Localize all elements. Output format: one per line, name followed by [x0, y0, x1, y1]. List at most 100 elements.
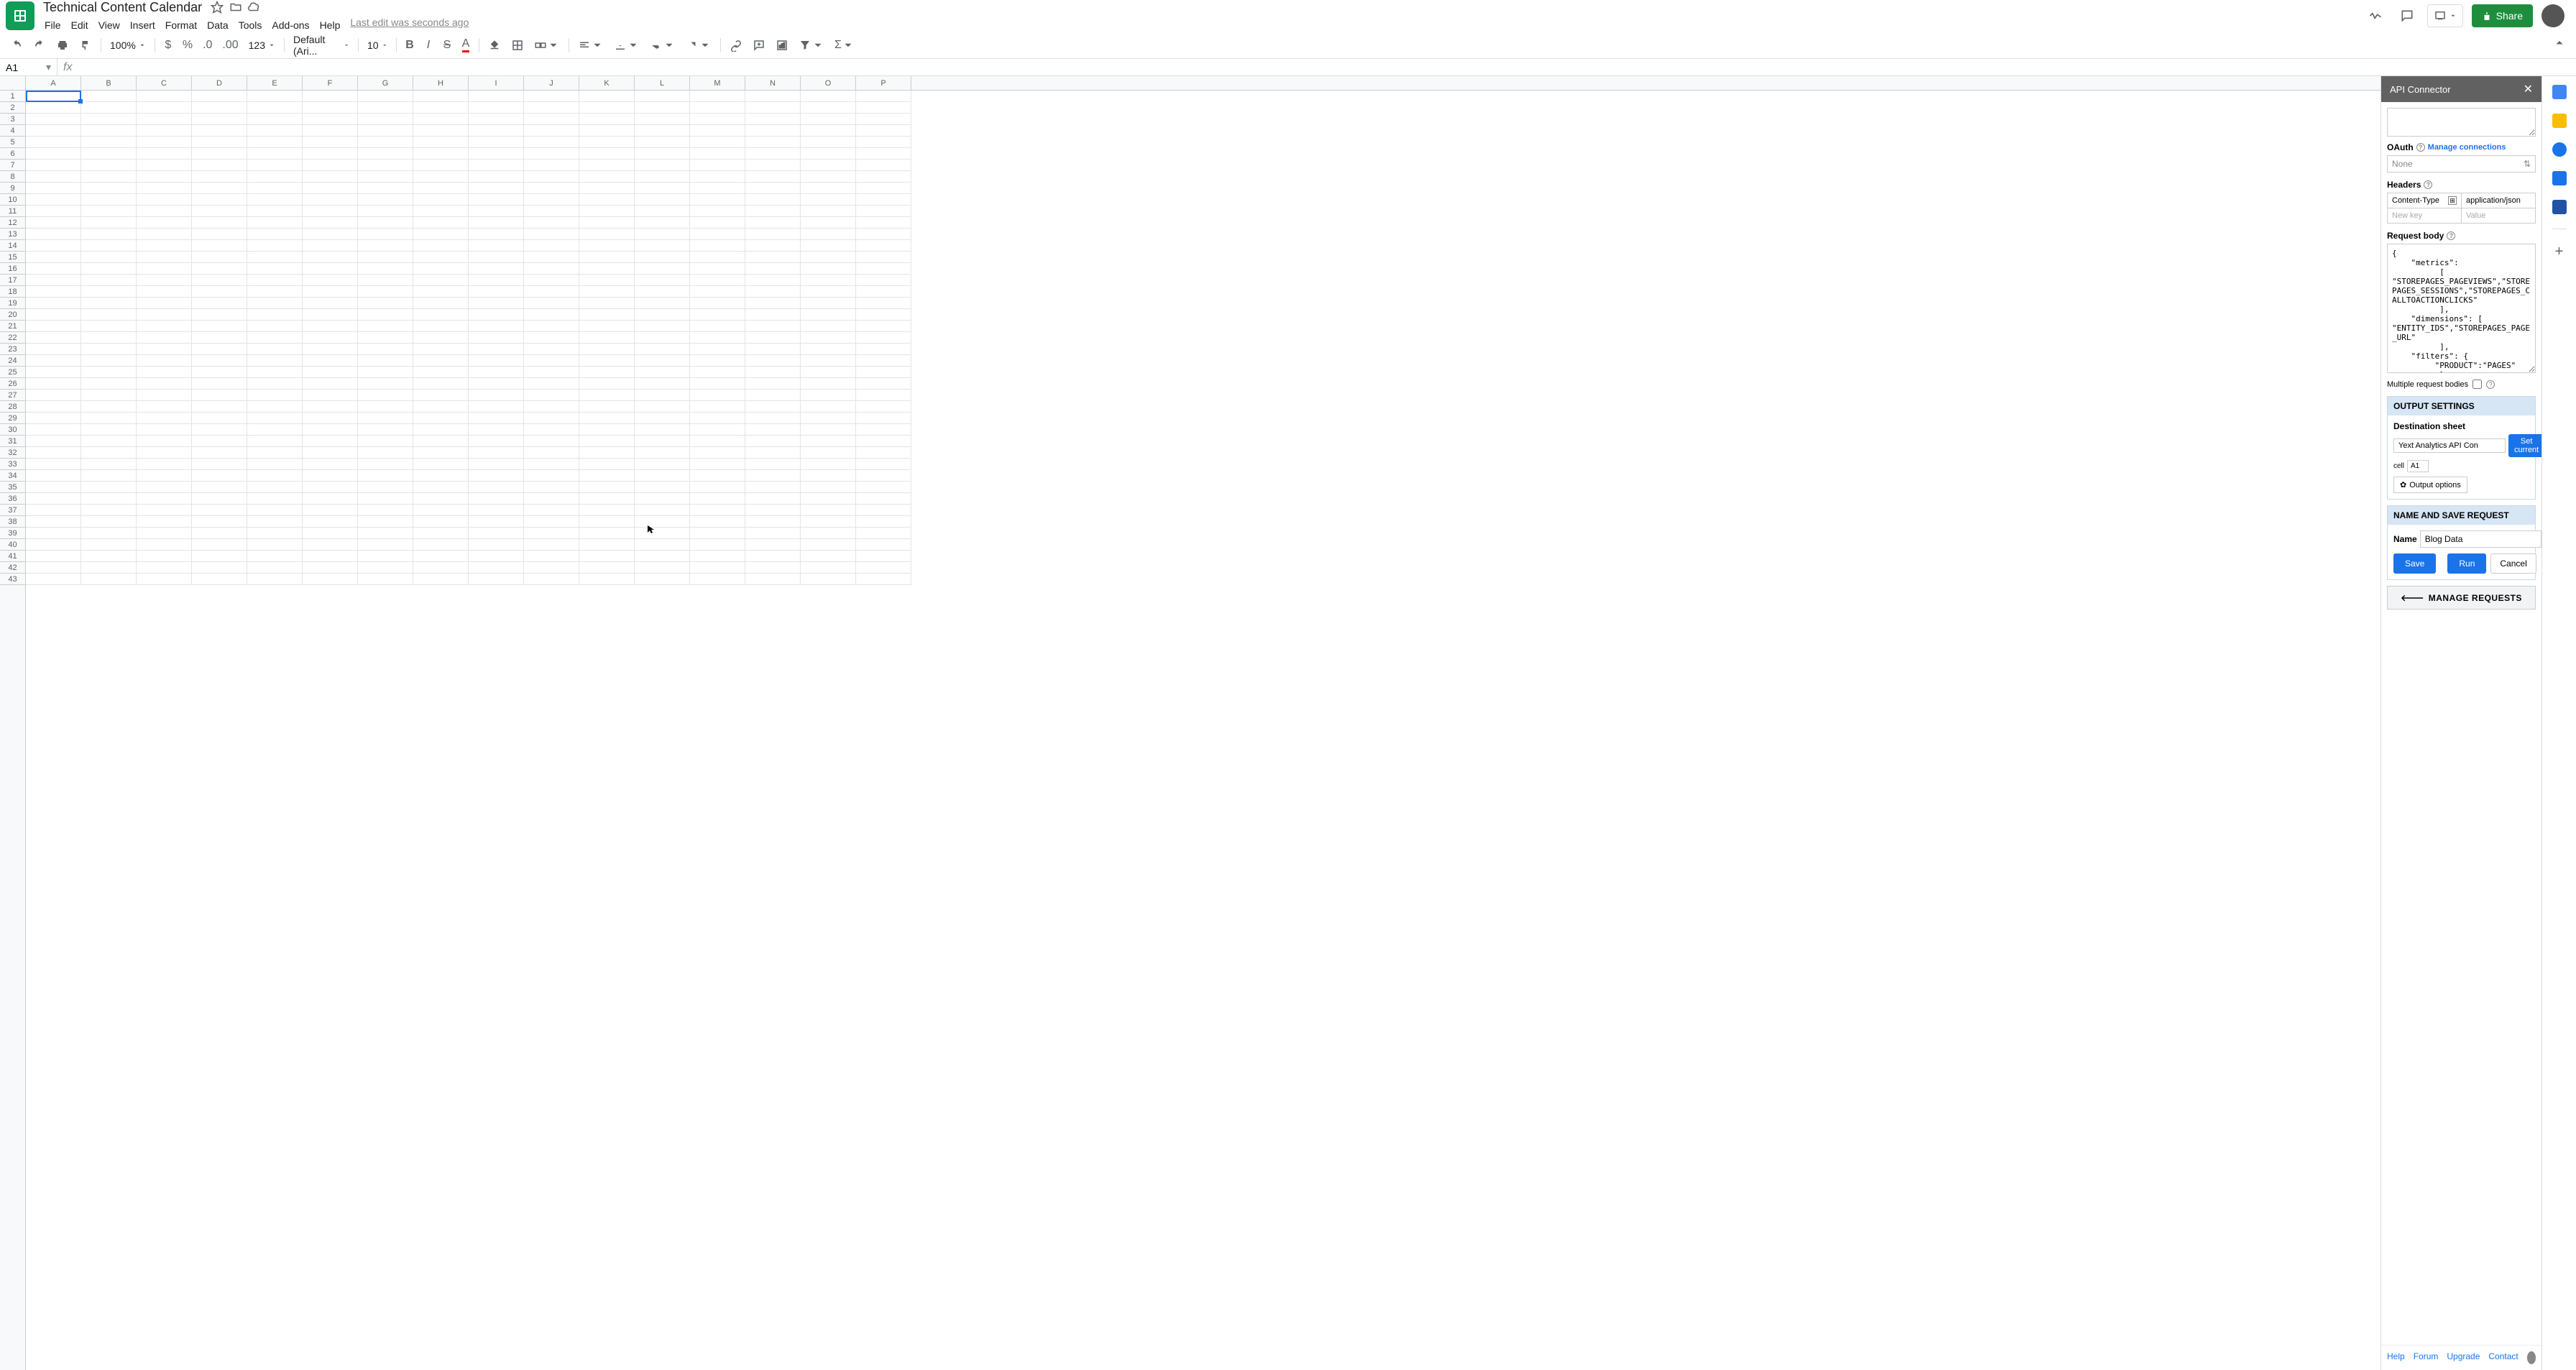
- cell[interactable]: [856, 102, 911, 114]
- increase-decimal-icon[interactable]: .00: [218, 35, 242, 56]
- present-button[interactable]: [2427, 4, 2463, 27]
- cell[interactable]: [137, 252, 192, 263]
- cell[interactable]: [81, 493, 137, 505]
- row-header[interactable]: 24: [0, 355, 25, 367]
- cell[interactable]: [358, 355, 413, 367]
- cell[interactable]: [413, 91, 469, 102]
- row-header[interactable]: 7: [0, 160, 25, 171]
- cell[interactable]: [192, 309, 247, 321]
- cell[interactable]: [801, 183, 856, 194]
- menu-edit[interactable]: Edit: [67, 17, 93, 34]
- cell[interactable]: [137, 332, 192, 344]
- cell[interactable]: [801, 217, 856, 229]
- cell[interactable]: [469, 482, 524, 493]
- cell[interactable]: [247, 470, 303, 482]
- cell[interactable]: [26, 309, 81, 321]
- cell[interactable]: [856, 286, 911, 298]
- cell[interactable]: [524, 562, 579, 574]
- cell[interactable]: [856, 240, 911, 252]
- row-header[interactable]: 32: [0, 447, 25, 459]
- cell[interactable]: [856, 470, 911, 482]
- cell[interactable]: [524, 137, 579, 148]
- row-header[interactable]: 31: [0, 436, 25, 447]
- cell[interactable]: [413, 183, 469, 194]
- cell[interactable]: [635, 321, 690, 332]
- cell[interactable]: [358, 505, 413, 516]
- cell[interactable]: [247, 309, 303, 321]
- cell[interactable]: [635, 102, 690, 114]
- cell[interactable]: [469, 516, 524, 528]
- halign-icon[interactable]: [574, 35, 608, 56]
- cell[interactable]: [137, 493, 192, 505]
- cell[interactable]: [579, 493, 635, 505]
- box-addon-icon[interactable]: [2552, 200, 2567, 214]
- cell[interactable]: [413, 367, 469, 378]
- cell[interactable]: [690, 217, 745, 229]
- cell[interactable]: [745, 413, 801, 424]
- cell[interactable]: [81, 401, 137, 413]
- cell[interactable]: [635, 240, 690, 252]
- cell[interactable]: [856, 309, 911, 321]
- row-header[interactable]: 26: [0, 378, 25, 390]
- cell[interactable]: [413, 539, 469, 551]
- cell[interactable]: [524, 114, 579, 125]
- cell[interactable]: [192, 114, 247, 125]
- cell[interactable]: [247, 401, 303, 413]
- cell[interactable]: [81, 137, 137, 148]
- cell[interactable]: [801, 240, 856, 252]
- cell[interactable]: [469, 114, 524, 125]
- strikethrough-icon[interactable]: S: [438, 35, 456, 56]
- row-header[interactable]: 42: [0, 562, 25, 574]
- menu-data[interactable]: Data: [203, 17, 233, 34]
- row-header[interactable]: 1: [0, 91, 25, 102]
- cell[interactable]: [524, 286, 579, 298]
- cell[interactable]: [635, 378, 690, 390]
- cell[interactable]: [635, 229, 690, 240]
- cell[interactable]: [801, 470, 856, 482]
- cell[interactable]: [192, 171, 247, 183]
- merge-icon[interactable]: [530, 35, 564, 56]
- cell[interactable]: [81, 217, 137, 229]
- cell[interactable]: [26, 194, 81, 206]
- cell[interactable]: [469, 505, 524, 516]
- cell[interactable]: [745, 298, 801, 309]
- cell[interactable]: [524, 436, 579, 447]
- cell[interactable]: [690, 436, 745, 447]
- cell[interactable]: [469, 206, 524, 217]
- cell[interactable]: [690, 378, 745, 390]
- cell[interactable]: [247, 194, 303, 206]
- cell[interactable]: [358, 137, 413, 148]
- cell[interactable]: [358, 436, 413, 447]
- cell[interactable]: [856, 378, 911, 390]
- filter-icon[interactable]: [794, 35, 829, 56]
- cell[interactable]: [137, 539, 192, 551]
- cell[interactable]: [469, 539, 524, 551]
- comment-icon[interactable]: [748, 35, 770, 56]
- cell[interactable]: [745, 574, 801, 585]
- row-header[interactable]: 18: [0, 286, 25, 298]
- footer-forum-link[interactable]: Forum: [2414, 1351, 2439, 1364]
- print-icon[interactable]: [52, 35, 73, 56]
- cell[interactable]: [856, 505, 911, 516]
- cell[interactable]: [524, 148, 579, 160]
- calendar-addon-icon[interactable]: [2552, 85, 2567, 99]
- cell[interactable]: [690, 574, 745, 585]
- col-header[interactable]: P: [856, 76, 911, 90]
- cell[interactable]: [358, 378, 413, 390]
- cell[interactable]: [137, 401, 192, 413]
- row-header[interactable]: 14: [0, 240, 25, 252]
- cell[interactable]: [137, 206, 192, 217]
- cell[interactable]: [358, 424, 413, 436]
- cell[interactable]: [524, 263, 579, 275]
- cell[interactable]: [579, 160, 635, 171]
- cell[interactable]: [358, 551, 413, 562]
- col-header[interactable]: L: [635, 76, 690, 90]
- cell[interactable]: [524, 447, 579, 459]
- cell[interactable]: [690, 505, 745, 516]
- row-header[interactable]: 8: [0, 171, 25, 183]
- cell[interactable]: [303, 539, 358, 551]
- cell[interactable]: [524, 367, 579, 378]
- cell[interactable]: [81, 206, 137, 217]
- cell[interactable]: [579, 91, 635, 102]
- cell[interactable]: [579, 148, 635, 160]
